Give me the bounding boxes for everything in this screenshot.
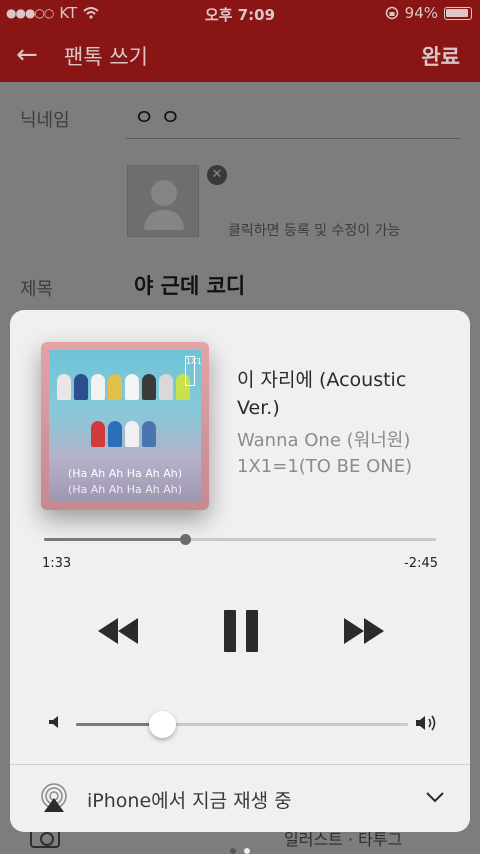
volume-max-icon [416, 715, 436, 731]
title-field[interactable]: 야 근데 코디 [134, 270, 245, 300]
nav-bar: ← 팬톡 쓰기 완료 [0, 28, 480, 82]
volume-slider[interactable] [76, 711, 408, 738]
done-button[interactable]: 완료 [421, 41, 460, 71]
album-figures [55, 374, 191, 464]
photo-upload-slot[interactable] [127, 165, 199, 237]
album-photo: 1X1 (Ha Ah Ah Ha Ah Ah) (Ha Ah Ah Ha Ah … [49, 350, 202, 502]
progress-fill [44, 538, 186, 541]
album-art[interactable]: 1X1 (Ha Ah Ah Ha Ah Ah) (Ha Ah Ah Ha Ah … [41, 342, 209, 510]
status-bar: ●●●○○ KT 오후 7:09 94% [0, 0, 480, 28]
progress-bar[interactable] [44, 534, 436, 545]
rewind-button[interactable] [96, 616, 140, 646]
volume-knob[interactable] [149, 711, 177, 738]
pause-bar-right [246, 610, 258, 652]
status-right: 94% [385, 4, 472, 22]
divider [10, 764, 470, 765]
airplay-label[interactable]: iPhone에서 지금 재생 중 [87, 786, 292, 813]
nickname-label: 닉네임 [20, 110, 70, 131]
track-album: 1X1=1(TO BE ONE) [237, 456, 413, 477]
battery-percent: 94% [404, 4, 438, 22]
album-caption-2: (Ha Ah Ah Ha Ah Ah) [67, 483, 183, 496]
airplay-icon[interactable] [38, 782, 70, 814]
album-caption-1: (Ha Ah Ah Ha Ah Ah) [67, 467, 183, 480]
page-dot[interactable] [230, 848, 236, 854]
remaining-time: -2:45 [404, 556, 438, 571]
elapsed-time: 1:33 [42, 556, 72, 571]
remove-photo-icon[interactable]: ✕ [207, 165, 227, 185]
title-label: 제목 [20, 279, 54, 300]
nickname-underline [126, 138, 460, 139]
page-dot[interactable] [244, 848, 250, 854]
placeholder-person-shoulders [144, 210, 184, 230]
page-title: 팬톡 쓰기 [64, 45, 148, 69]
back-arrow-icon[interactable]: ← [16, 40, 38, 70]
progress-scrubber[interactable] [180, 534, 192, 545]
photo-hint: 클릭하면 등록 및 수정이 가능 [228, 223, 401, 239]
album-tag: 1X1 [185, 356, 202, 386]
page-indicator [0, 839, 480, 854]
pause-button[interactable] [224, 610, 258, 652]
placeholder-person-icon [151, 180, 177, 206]
battery-icon [444, 6, 472, 20]
fast-forward-button[interactable] [342, 616, 386, 646]
nickname-field[interactable]: ㅇㅇ [134, 100, 186, 132]
track-artist: Wanna One (워너원) [237, 430, 411, 451]
volume-min-icon [49, 716, 58, 728]
track-title: 이 자리에 (Acoustic Ver.) [237, 369, 407, 419]
rotation-lock-icon [385, 6, 398, 20]
pause-bar-left [224, 610, 236, 652]
chevron-down-icon[interactable] [424, 790, 446, 804]
now-playing-card: 1X1 (Ha Ah Ah Ha Ah Ah) (Ha Ah Ah Ha Ah … [10, 310, 470, 832]
